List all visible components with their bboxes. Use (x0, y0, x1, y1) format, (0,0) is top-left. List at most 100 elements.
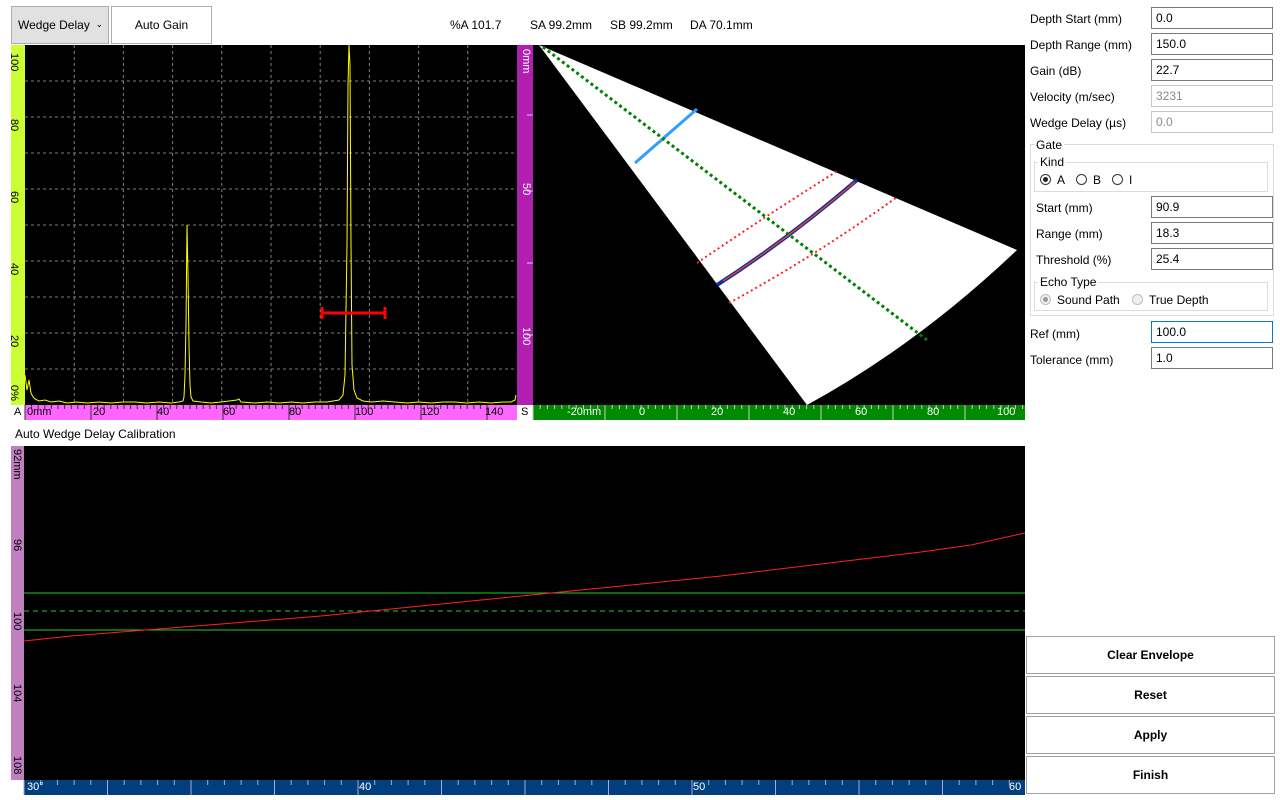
ascan-x-tick-100: 100 (355, 406, 374, 418)
depth-start-field[interactable]: 0.0 (1151, 7, 1273, 29)
ascan-y-tick-0: 0% (8, 385, 20, 401)
kind-label-a: A (1057, 173, 1066, 187)
clear-envelope-button[interactable]: Clear Envelope (1026, 636, 1275, 674)
ascan-view[interactable]: A 100 80 60 40 20 0% 0mm 20 40 60 80 100… (8, 45, 517, 420)
ascan-x-tick-80: 80 (289, 406, 302, 418)
gate-range-value: 18.3 (1156, 226, 1180, 240)
sscan-depth-tick-50: 50 (520, 183, 532, 196)
apply-button[interactable]: Apply (1026, 716, 1275, 754)
gain-label: Gain (dB) (1030, 64, 1082, 78)
ascan-x-tick-20: 20 (93, 406, 106, 418)
calibration-y-tick-96: 96 (11, 539, 23, 552)
kind-label-b: B (1093, 173, 1102, 187)
ascan-x-tick-120: 120 (421, 406, 440, 418)
calibration-y-tick-92: 92mm (11, 449, 23, 480)
echo-type-title: Echo Type (1038, 275, 1099, 289)
tolerance-value: 1.0 (1156, 351, 1173, 365)
wedge-delay-value: 0.0 (1156, 115, 1173, 129)
clear-envelope-label: Clear Envelope (1107, 648, 1194, 662)
depth-range-field[interactable]: 150.0 (1151, 33, 1273, 55)
readout-pct-a: %A 101.7 (450, 18, 502, 32)
gate-range-label: Range (mm) (1036, 227, 1103, 241)
ascan-y-tick-40: 40 (8, 263, 20, 276)
kind-radio-i[interactable] (1112, 174, 1123, 185)
finish-button[interactable]: Finish (1026, 756, 1275, 794)
kind-radio-a[interactable] (1040, 174, 1051, 185)
reset-label: Reset (1134, 688, 1167, 702)
velocity-value: 3231 (1156, 89, 1183, 103)
ascan-y-tick-100: 100 (8, 53, 20, 72)
readout-sb: SB 99.2mm (610, 18, 673, 32)
gate-group-title: Gate (1034, 138, 1065, 152)
calibration-y-tick-108: 108 (11, 756, 23, 775)
sscan-channel-letter: S (521, 406, 529, 418)
echo-radio-true-depth[interactable] (1132, 294, 1143, 305)
reset-button[interactable]: Reset (1026, 676, 1275, 714)
sscan-depth-ruler (517, 45, 533, 405)
gate-start-field[interactable]: 90.9 (1151, 196, 1273, 218)
auto-gain-label: Auto Gain (134, 18, 189, 32)
echo-label-true-depth: True Depth (1149, 293, 1209, 307)
auto-gain-button[interactable]: Auto Gain (111, 6, 212, 44)
readout-da: DA 70.1mm (690, 18, 753, 32)
ref-label: Ref (mm) (1030, 327, 1080, 341)
apply-label: Apply (1133, 728, 1168, 742)
gain-value: 22.7 (1156, 63, 1180, 77)
sscan-x-tick-0: 0 (639, 406, 646, 418)
calibration-y-tick-100: 100 (11, 612, 23, 631)
sscan-x-tick-20: 20 (711, 406, 724, 418)
sscan-x-tick-minus20: -20mm (567, 406, 602, 418)
calibration-corner (11, 780, 24, 795)
velocity-label: Velocity (m/sec) (1030, 90, 1115, 104)
wedge-delay-label: Wedge Delay (µs) (1030, 116, 1127, 130)
depth-start-label: Depth Start (mm) (1030, 12, 1123, 26)
kind-group (1034, 162, 1268, 192)
tolerance-label: Tolerance (mm) (1030, 353, 1114, 367)
finish-label: Finish (1132, 768, 1169, 782)
mode-dropdown-value: Wedge Delay (18, 18, 90, 32)
ascan-x-tick-60: 60 (223, 406, 236, 418)
sscan-x-tick-60: 60 (855, 406, 868, 418)
wedge-delay-field[interactable]: 0.0 (1151, 111, 1273, 133)
tolerance-field[interactable]: 1.0 (1151, 347, 1273, 369)
sscan-view[interactable]: S 0mm 50 100 -20mm 0 20 40 60 80 100 (517, 45, 1025, 420)
ascan-x-tick-140: 140 (485, 406, 504, 418)
ref-value: 100.0 (1156, 325, 1187, 339)
sscan-x-ruler (533, 405, 1025, 420)
ascan-y-tick-80: 80 (8, 119, 20, 132)
velocity-field[interactable]: 3231 (1151, 85, 1273, 107)
sscan-depth-tick-0: 0mm (520, 49, 532, 74)
ref-field[interactable]: 100.0 (1151, 321, 1273, 343)
calibration-title: Auto Wedge Delay Calibration (15, 427, 176, 441)
depth-start-value: 0.0 (1156, 11, 1173, 25)
calibration-y-tick-104: 104 (11, 684, 23, 703)
readout-sa: SA 99.2mm (530, 18, 593, 32)
echo-radio-sound-path[interactable] (1040, 294, 1051, 305)
depth-range-label: Depth Range (mm) (1030, 38, 1133, 52)
gate-threshold-value: 25.4 (1156, 252, 1180, 266)
mode-dropdown[interactable]: Wedge Delay ⌄ (11, 6, 109, 44)
gate-start-value: 90.9 (1156, 200, 1180, 214)
ascan-x-tick-40: 40 (157, 406, 170, 418)
gate-range-field[interactable]: 18.3 (1151, 222, 1273, 244)
ascan-y-tick-20: 20 (8, 335, 20, 348)
echo-label-sound-path: Sound Path (1057, 293, 1120, 307)
ascan-x-tick-0: 0mm (27, 406, 52, 418)
kind-group-title: Kind (1038, 155, 1067, 169)
chevron-down-icon: ⌄ (95, 19, 103, 29)
gain-field[interactable]: 22.7 (1151, 59, 1273, 81)
depth-range-value: 150.0 (1156, 37, 1187, 51)
sscan-depth-tick-100: 100 (520, 327, 532, 346)
gate-start-label: Start (mm) (1036, 201, 1093, 215)
kind-radio-b[interactable] (1076, 174, 1087, 185)
ascan-y-ruler (11, 45, 25, 405)
calibration-x-tick-50: 50 (693, 781, 706, 793)
sscan-x-tick-100: 100 (997, 406, 1016, 418)
calibration-x-tick-30: 30° (27, 781, 44, 793)
calibration-plot-background (24, 446, 1025, 780)
calibration-view[interactable]: 92mm 96 100 104 108 30° 40 50 60 (11, 446, 1025, 795)
gate-threshold-field[interactable]: 25.4 (1151, 248, 1273, 270)
kind-label-i: I (1129, 173, 1133, 187)
ascan-y-tick-60: 60 (8, 191, 20, 204)
ascan-channel-letter: A (14, 406, 22, 418)
